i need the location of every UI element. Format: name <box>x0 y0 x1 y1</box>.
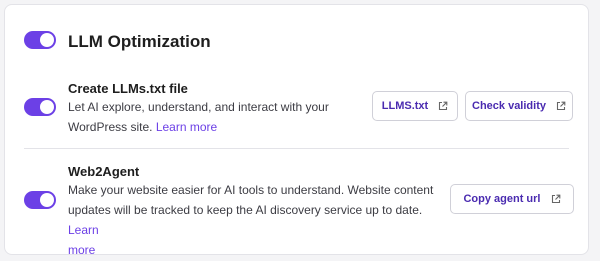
toggle-knob <box>40 100 54 114</box>
external-link-icon <box>439 101 448 111</box>
copy-agent-url-button[interactable]: Copy agent url <box>450 184 574 214</box>
llm-optimization-toggle[interactable] <box>24 31 56 49</box>
toggle-knob <box>40 33 54 47</box>
copy-agent-url-button-label: Copy agent url <box>463 193 541 205</box>
description-line: Make your website easier for AI tools to… <box>68 183 434 197</box>
web2agent-description: Make your website easier for AI tools to… <box>68 180 438 260</box>
toggle-knob <box>40 193 54 207</box>
external-link-icon <box>556 101 566 111</box>
description-text: WordPress site. <box>68 120 153 134</box>
check-validity-button[interactable]: Check validity <box>465 91 573 121</box>
description-text: updates will be tracked to keep the AI d… <box>68 203 423 217</box>
description-line: updates will be tracked to keep the AI d… <box>68 200 438 240</box>
llms-txt-button[interactable]: LLMS.txt <box>372 91 458 121</box>
create-llms-txt-title: Create LLMs.txt file <box>68 81 188 96</box>
learn-more-link[interactable]: Learn <box>68 223 99 237</box>
section-title: LLM Optimization <box>68 32 211 51</box>
description-line: more <box>68 240 438 260</box>
description-line: WordPress site. Learn more <box>68 117 329 137</box>
web2agent-toggle[interactable] <box>24 191 56 209</box>
web2agent-title: Web2Agent <box>68 164 140 179</box>
check-validity-button-label: Check validity <box>472 100 546 112</box>
llm-optimization-card: LLM Optimization Create LLMs.txt file Le… <box>4 4 589 257</box>
create-llms-txt-toggle[interactable] <box>24 98 56 116</box>
create-llms-txt-description: Let AI explore, understand, and interact… <box>68 97 329 137</box>
row-divider <box>24 148 569 149</box>
learn-more-link-continued[interactable]: more <box>68 243 95 257</box>
llms-txt-button-label: LLMS.txt <box>381 100 429 112</box>
description-line: Let AI explore, understand, and interact… <box>68 100 329 114</box>
learn-more-link[interactable]: Learn more <box>156 120 217 134</box>
external-link-icon <box>551 194 560 204</box>
